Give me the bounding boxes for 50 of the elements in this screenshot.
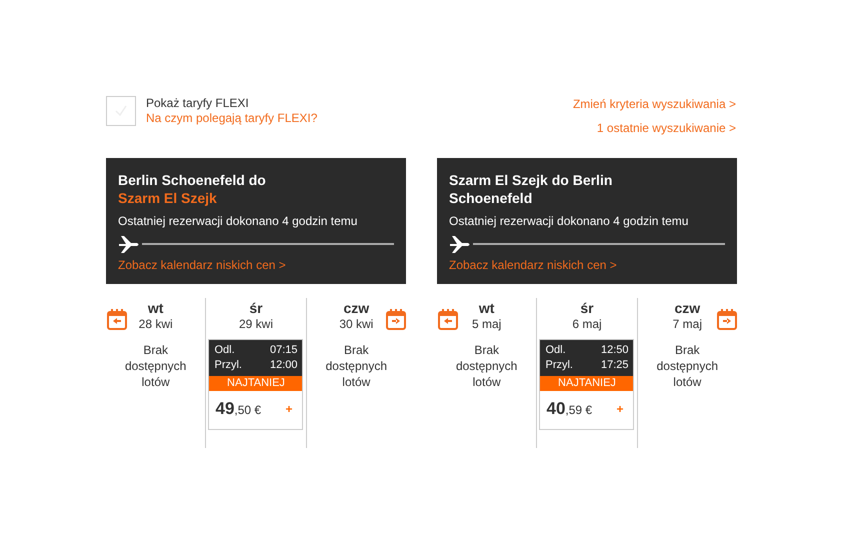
date: 28 kwi <box>138 316 173 332</box>
add-button[interactable]: + <box>616 402 624 416</box>
flight-card[interactable]: Odl. 12:50 Przyl. 17:25 NAJTANIEJ 40,59 € + <box>539 339 634 430</box>
route-title: Berlin Schoenefeld do <box>118 171 267 189</box>
weekday: czw <box>674 300 700 316</box>
next-calendar-icon <box>386 308 406 330</box>
calendar-link[interactable]: Zobacz kalendarz niskich cen > <box>449 258 617 272</box>
weekday: czw <box>343 300 370 316</box>
price: 40,59 € <box>546 399 592 419</box>
cheapest-badge: NAJTANIEJ <box>209 376 302 391</box>
search-link[interactable]: Zmień kryteria wyszukiwania > <box>572 97 736 112</box>
airplane-icon <box>449 234 471 254</box>
calendar-link[interactable]: Zobacz kalendarz niskich cen > <box>118 258 286 272</box>
info-link[interactable]: Na czym polegają taryfy FLEXI? <box>146 111 318 126</box>
route-title: Szarm El Szejk <box>118 189 218 207</box>
cheapest-badge: NAJTANIEJ <box>540 376 634 391</box>
booking-info: Ostatniej rezerwacji dokonano 4 godzin temu <box>449 214 690 228</box>
date: 6 maj <box>572 316 602 332</box>
time-label: Odl. <box>214 343 235 358</box>
previous-calendar-icon <box>438 308 458 330</box>
previous-calendar-icon <box>107 308 127 330</box>
weekday: śr <box>580 300 594 316</box>
time-label: Przyl. <box>214 358 242 373</box>
weekday: wt <box>148 300 164 316</box>
time-value: 17:25 <box>600 358 628 373</box>
no-flights-message: Brak dostępnych lotów <box>454 342 518 390</box>
weekday: wt <box>478 300 494 316</box>
date: 5 maj <box>472 316 502 332</box>
checkbox[interactable] <box>106 96 136 126</box>
weekday: śr <box>249 300 263 316</box>
flight-card[interactable]: Odl. 07:15 Przyl. 12:00 NAJTANIEJ 49,50 € + <box>208 339 304 430</box>
time-value: 12:50 <box>600 343 628 358</box>
date: 29 kwi <box>238 316 273 332</box>
search-link[interactable]: 1 ostatnie wyszukiwanie > <box>596 121 736 136</box>
time-value: 12:00 <box>270 358 298 373</box>
time-label: Przyl. <box>545 358 573 373</box>
airplane-icon <box>118 234 140 254</box>
date: 7 maj <box>672 316 702 332</box>
no-flights-message: Brak dostępnych lotów <box>656 342 719 390</box>
add-button[interactable]: + <box>285 402 292 416</box>
time-value: 07:15 <box>270 343 298 358</box>
next-calendar-icon <box>717 308 737 330</box>
time-label: Odl. <box>545 343 566 358</box>
price: 49,50 € <box>215 399 262 419</box>
date: 30 kwi <box>339 316 374 332</box>
no-flights-message: Brak dostępnych lotów <box>124 342 188 390</box>
booking-info: Ostatniej rezerwacji dokonano 4 godzin temu <box>118 214 358 228</box>
no-flights-message: Brak dostępnych lotów <box>324 342 388 390</box>
route-title: Szarm El Szejk do Berlin Schoenefeld <box>449 171 614 207</box>
checkbox-label: Pokaż taryfy FLEXI <box>146 96 250 111</box>
